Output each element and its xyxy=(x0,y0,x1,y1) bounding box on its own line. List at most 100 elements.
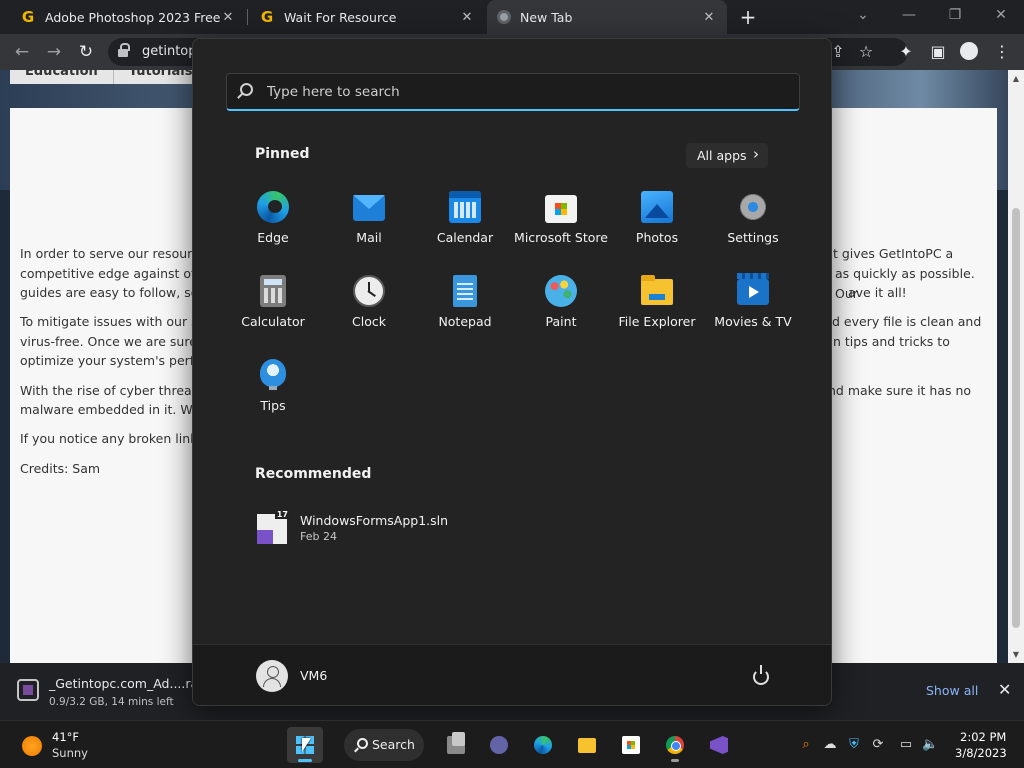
file-explorer-icon xyxy=(578,738,596,753)
tab-search-icon[interactable]: ⌄ xyxy=(843,0,883,30)
recommended-heading: Recommended xyxy=(255,466,372,482)
start-user-bar: VM6 xyxy=(193,644,831,705)
extensions-icon[interactable]: ✦ xyxy=(894,40,918,64)
article-line: nd make sure it has no xyxy=(828,383,972,398)
calendar-icon xyxy=(449,191,481,223)
pinned-app-paint[interactable]: Paint xyxy=(513,269,609,349)
clock-time: 2:02 PM xyxy=(960,730,1007,744)
lock-icon[interactable] xyxy=(118,43,130,58)
pinned-app-movies-tv[interactable]: Movies & TV xyxy=(705,269,801,349)
sidebar-icon[interactable]: ▣ xyxy=(926,40,950,64)
scrollbar-thumb[interactable] xyxy=(1012,208,1020,628)
weather-condition: Sunny xyxy=(52,746,88,760)
chrome-icon xyxy=(497,10,511,24)
restore-icon[interactable]: ❐ xyxy=(935,0,975,30)
scroll-down-icon[interactable]: ▼ xyxy=(1008,650,1024,659)
tab-photoshop[interactable]: G Adobe Photoshop 2023 Free Do ✕ xyxy=(10,0,246,34)
store-taskbar-button[interactable] xyxy=(613,727,649,763)
forward-icon[interactable]: → xyxy=(42,40,66,64)
teams-chat-button[interactable] xyxy=(481,727,517,763)
pinned-app-tips[interactable]: Tips xyxy=(225,353,321,433)
tips-icon xyxy=(260,359,286,390)
reload-icon[interactable]: ↻ xyxy=(74,40,98,64)
pinned-app-calendar[interactable]: Calendar xyxy=(417,185,513,265)
update-icon[interactable]: ⟳ xyxy=(870,737,886,753)
clock-icon xyxy=(353,275,385,307)
menu-icon[interactable]: ⋮ xyxy=(990,40,1014,64)
star-icon[interactable]: ☆ xyxy=(854,40,878,64)
pinned-app-clock[interactable]: Clock xyxy=(321,269,417,349)
recommended-item-date: Feb 24 xyxy=(300,530,337,543)
article-line: n tips and tricks to xyxy=(833,334,950,349)
onedrive-icon[interactable]: ☁ xyxy=(822,737,838,753)
pinned-app-file-explorer[interactable]: File Explorer xyxy=(609,269,705,349)
article-line: t gives GetIntoPC a xyxy=(833,246,954,261)
file-explorer-icon xyxy=(641,275,673,305)
tab-wait-for-resource[interactable]: G Wait For Resource ✕ xyxy=(249,0,485,34)
edge-taskbar-button[interactable] xyxy=(525,727,561,763)
photos-icon xyxy=(641,191,673,223)
visual-studio-file-icon xyxy=(257,510,290,544)
minimize-icon[interactable]: — xyxy=(889,0,929,30)
user-avatar-icon[interactable] xyxy=(256,660,288,692)
pinned-app-edge[interactable]: Edge xyxy=(225,185,321,265)
recommended-item[interactable]: WindowsFormsApp1.sln Feb 24 xyxy=(255,510,555,551)
visual-studio-taskbar-button[interactable] xyxy=(701,727,737,763)
mail-icon xyxy=(353,195,385,221)
close-tab-icon[interactable]: ✕ xyxy=(701,10,717,25)
start-menu: Pinned All apps Edge Mail Calendar Micro… xyxy=(192,38,832,706)
start-search-input[interactable] xyxy=(267,74,787,110)
notepad-icon xyxy=(453,275,477,307)
search-icon xyxy=(240,83,253,96)
show-all-button[interactable]: Show all xyxy=(926,683,978,698)
rar-file-icon xyxy=(17,679,39,701)
taskbar-search-button[interactable]: Search xyxy=(344,729,424,761)
task-view-icon xyxy=(447,732,465,754)
security-shield-icon[interactable]: ⛨ xyxy=(846,737,862,753)
user-name[interactable]: VM6 xyxy=(300,668,327,683)
paint-icon xyxy=(545,275,577,307)
sun-icon xyxy=(22,736,42,756)
browser-tab-bar: G Adobe Photoshop 2023 Free Do ✕ G Wait … xyxy=(0,0,1024,34)
pinned-app-mail[interactable]: Mail xyxy=(321,185,417,265)
pinned-app-photos[interactable]: Photos xyxy=(609,185,705,265)
scroll-up-icon[interactable]: ▲ xyxy=(1008,74,1024,83)
download-status: 0.9/3.2 GB, 14 mins left xyxy=(49,696,174,708)
pinned-heading: Pinned xyxy=(255,146,310,162)
site-nav-education[interactable]: Education xyxy=(10,70,114,84)
taskbar: 41°F Sunny Search ⌕ ☁ ⛨ ⟳ ▭ 🔈 2:02 PM 3/… xyxy=(0,720,1024,768)
all-apps-button[interactable]: All apps xyxy=(686,142,768,168)
pinned-app-calculator[interactable]: Calculator xyxy=(225,269,321,349)
new-tab-button[interactable]: + xyxy=(738,5,758,29)
close-tab-icon[interactable]: ✕ xyxy=(459,10,475,25)
page-scrollbar[interactable]: ▲ ▼ xyxy=(1008,70,1024,663)
close-tab-icon[interactable]: ✕ xyxy=(220,10,236,25)
network-icon[interactable]: ▭ xyxy=(898,737,914,753)
close-download-bar-icon[interactable]: ✕ xyxy=(998,680,1011,699)
file-explorer-taskbar-button[interactable] xyxy=(569,727,605,763)
pinned-app-microsoft-store[interactable]: Microsoft Store xyxy=(513,185,609,265)
volume-icon[interactable]: 🔈 xyxy=(922,737,938,753)
profile-icon[interactable] xyxy=(960,42,978,60)
task-view-button[interactable] xyxy=(438,727,474,763)
running-indicator xyxy=(298,759,312,762)
getintopc-favicon-icon: G xyxy=(21,8,35,26)
start-search-box[interactable] xyxy=(226,73,800,111)
power-icon[interactable] xyxy=(753,665,769,685)
pinned-app-label: Movies & TV xyxy=(714,314,792,329)
tab-new-tab[interactable]: New Tab ✕ xyxy=(487,0,727,34)
chrome-taskbar-button[interactable] xyxy=(657,727,693,763)
close-window-icon[interactable]: ✕ xyxy=(981,0,1021,30)
store-icon xyxy=(622,736,640,754)
back-icon[interactable]: ← xyxy=(10,40,34,64)
edge-icon xyxy=(257,191,289,223)
movies-tv-icon xyxy=(737,273,769,305)
pinned-app-settings[interactable]: Settings xyxy=(705,185,801,265)
running-indicator xyxy=(671,759,679,762)
download-filename: _Getintopc.com_Ad....rar xyxy=(49,676,204,691)
getintopc-favicon-icon: G xyxy=(260,8,274,26)
taskbar-search-label: Search xyxy=(372,737,415,752)
search-tray-icon[interactable]: ⌕ xyxy=(798,737,814,753)
chrome-icon xyxy=(666,736,684,754)
pinned-app-notepad[interactable]: Notepad xyxy=(417,269,513,349)
